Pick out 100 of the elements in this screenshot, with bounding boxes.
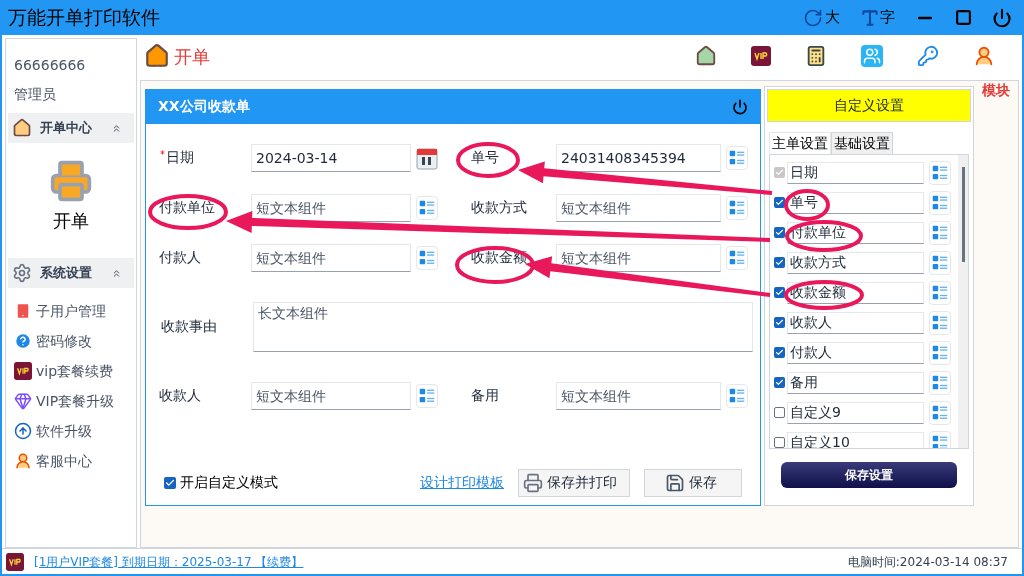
input-field[interactable]: 自定义9: [787, 401, 924, 424]
check-icon: [775, 168, 784, 178]
input-field[interactable]: 收款方式: [787, 251, 924, 274]
printer-icon: [523, 472, 543, 493]
sidebar-item[interactable]: vip套餐续费: [6, 356, 136, 386]
account-id: 66666666: [13, 56, 87, 75]
list-icon[interactable]: [726, 383, 748, 408]
list-icon[interactable]: [929, 190, 951, 215]
field-label: 收款人: [159, 386, 201, 406]
sidebar-item[interactable]: 客服中心: [6, 446, 136, 476]
list-icon[interactable]: [416, 195, 438, 220]
list-icon[interactable]: [929, 310, 951, 335]
tablet-icon: [14, 302, 32, 320]
field-label: 日期: [166, 148, 194, 168]
list-icon[interactable]: [726, 245, 748, 270]
checkbox[interactable]: [774, 407, 785, 419]
checkbox[interactable]: [774, 197, 785, 209]
list-icon[interactable]: [929, 220, 951, 245]
text-area[interactable]: 长文本组件: [253, 301, 753, 352]
list-icon[interactable]: [929, 160, 951, 185]
field-label: 单号: [471, 148, 499, 168]
invoice-button[interactable]: 开单: [6, 143, 136, 250]
window-title: 万能开单打印软件: [8, 5, 160, 31]
collapse-icon: [111, 267, 122, 279]
field-label: 备用: [471, 386, 499, 406]
checkbox[interactable]: [774, 287, 785, 299]
field-label: 收款事由: [161, 317, 217, 337]
save-print-button[interactable]: 保存并打印: [518, 468, 630, 497]
checkbox-label: 开启自定义模式: [180, 473, 278, 493]
check-icon: [775, 348, 784, 358]
font-button[interactable]: 字: [860, 6, 895, 29]
design-template-link[interactable]: 设计打印模板: [420, 472, 504, 494]
checkbox[interactable]: [774, 257, 785, 269]
save-settings-button[interactable]: 保存设置: [781, 461, 957, 488]
input-field[interactable]: 短文本组件: [251, 381, 411, 410]
scrollbar[interactable]: [958, 154, 968, 448]
list-icon[interactable]: [726, 195, 748, 220]
check-icon: [775, 378, 784, 388]
sidebar-item[interactable]: VIP套餐升级: [6, 386, 136, 416]
check-icon: [165, 477, 175, 488]
checkbox[interactable]: [774, 347, 785, 359]
house-icon: [144, 43, 170, 70]
users-icon[interactable]: [861, 45, 883, 68]
font-size-button[interactable]: 大: [803, 6, 840, 29]
section-header[interactable]: 系统设置: [8, 258, 134, 288]
checkbox[interactable]: [774, 317, 785, 329]
input-field[interactable]: 短文本组件: [556, 193, 721, 222]
input-field[interactable]: 短文本组件: [251, 193, 411, 222]
list-icon[interactable]: [416, 383, 438, 408]
field-label: 付款单位: [159, 198, 215, 218]
person-icon: [14, 452, 32, 470]
save-button[interactable]: 保存: [644, 468, 742, 497]
home-icon[interactable]: [695, 45, 717, 68]
required-icon: [159, 149, 166, 157]
input-field[interactable]: 单号: [787, 191, 924, 214]
list-icon[interactable]: [929, 340, 951, 365]
person-icon[interactable]: [973, 45, 995, 68]
checkbox[interactable]: [774, 377, 785, 389]
field-label: 付款人: [159, 248, 201, 268]
highlight-ellipse: [456, 142, 520, 178]
upgrade-icon: [14, 422, 32, 440]
help-icon: [14, 332, 32, 350]
rotate-icon: [803, 7, 823, 28]
tab[interactable]: 基础设置: [831, 131, 893, 154]
list-icon[interactable]: [929, 280, 951, 305]
printer-icon: [49, 159, 93, 203]
checkbox[interactable]: [164, 476, 176, 489]
sidebar-item[interactable]: 子用户管理: [6, 296, 136, 326]
checkbox[interactable]: [774, 227, 785, 239]
list-icon[interactable]: [416, 245, 438, 270]
input-field[interactable]: 付款人: [787, 341, 924, 364]
input-field[interactable]: 短文本组件: [556, 243, 721, 272]
power-icon[interactable]: [732, 98, 748, 115]
section-header[interactable]: 开单中心: [8, 113, 134, 143]
list-icon[interactable]: [929, 370, 951, 395]
key-icon[interactable]: [917, 45, 939, 68]
input-field[interactable]: 收款人: [787, 311, 924, 334]
house-icon: [12, 118, 32, 138]
list-icon[interactable]: [929, 430, 951, 448]
subscription-link[interactable]: [1用户VIP套餐] 到期日期：2025-03-17 【续费】: [34, 552, 304, 571]
input-field[interactable]: 短文本组件: [251, 243, 411, 272]
list-icon[interactable]: [726, 145, 748, 170]
list-icon[interactable]: [929, 250, 951, 275]
clock-text: 电脑时间:2024-03-14 08:37: [847, 553, 1008, 571]
power-icon[interactable]: [992, 7, 1012, 28]
calculator-icon[interactable]: [805, 45, 827, 68]
input-field[interactable]: 短文本组件: [556, 381, 721, 410]
input-field[interactable]: 备用: [787, 371, 924, 394]
date-field[interactable]: 2024-03-14: [251, 143, 411, 172]
sidebar-item[interactable]: 软件升级: [6, 416, 136, 446]
sidebar-item[interactable]: 密码修改: [6, 326, 136, 356]
check-icon: [775, 288, 784, 298]
field-label: 收款方式: [471, 198, 527, 218]
font-icon: [860, 7, 880, 28]
maximize-icon[interactable]: [955, 9, 972, 26]
checkbox[interactable]: [774, 437, 785, 448]
calendar-icon[interactable]: [416, 145, 438, 170]
list-icon[interactable]: [929, 400, 951, 425]
input-field[interactable]: 24031408345394: [556, 143, 721, 172]
tab[interactable]: 主单设置: [769, 131, 831, 154]
